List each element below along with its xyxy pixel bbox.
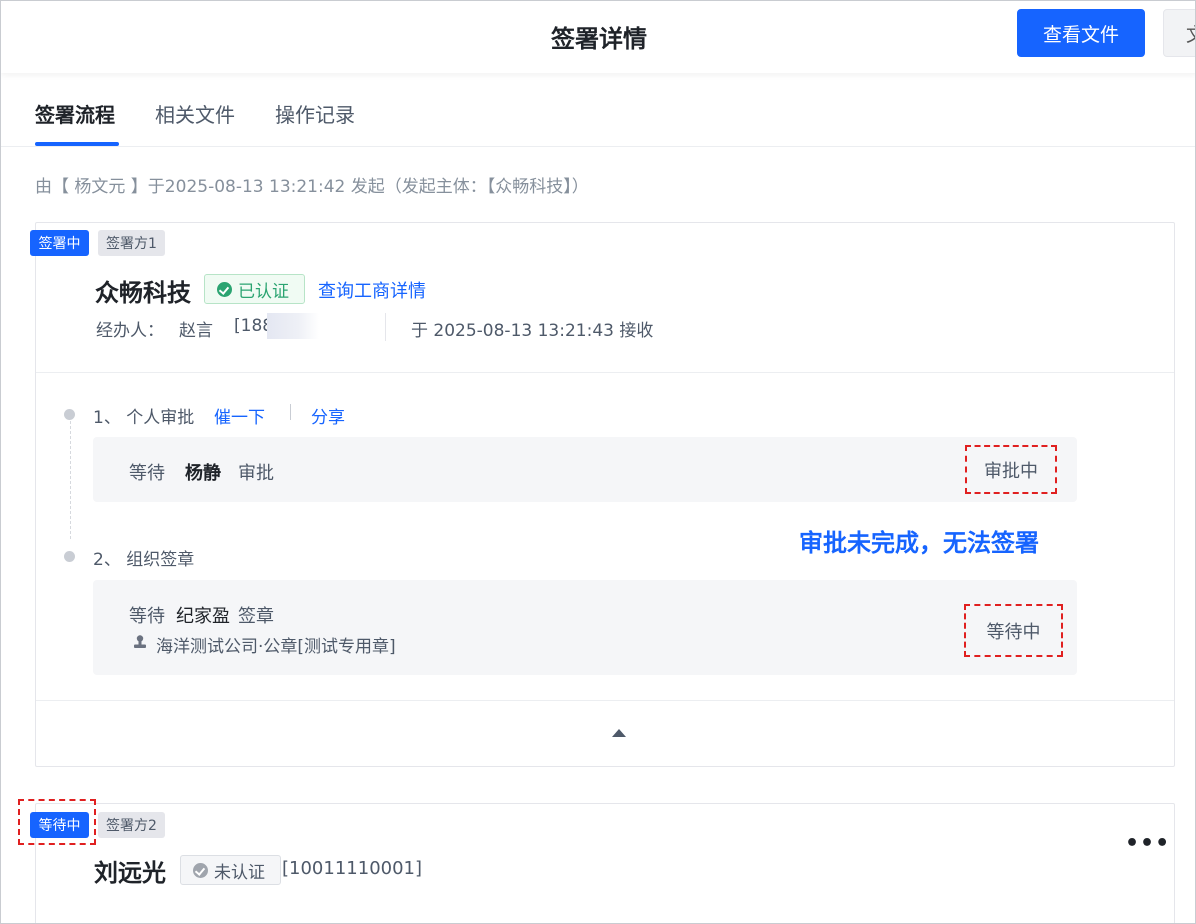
active-tab-indicator xyxy=(35,142,119,146)
step-2-status: 等待中 xyxy=(964,604,1063,657)
initiated-info: 由【 杨文元 】于2025-08-13 13:21:42 发起（发起主体：【众畅… xyxy=(35,177,589,197)
secondary-header-button[interactable]: 文 xyxy=(1163,9,1195,57)
tab-bar: 签署流程 相关文件 操作记录 xyxy=(1,85,1195,147)
tab-signing-flow[interactable]: 签署流程 xyxy=(35,99,115,128)
verified-label: 已认证 xyxy=(238,281,289,302)
more-options-icon[interactable]: ••• xyxy=(1125,831,1170,856)
step-2-person: 纪家盈 xyxy=(176,606,230,627)
collapse-up-icon[interactable] xyxy=(612,729,626,737)
view-file-button[interactable]: 查看文件 xyxy=(1017,9,1145,57)
app-frame: 签署详情 查看文件 文 签署流程 相关文件 操作记录 由【 杨文元 】于2025… xyxy=(0,0,1196,924)
received-time: 于 2025-08-13 13:21:43 接收 xyxy=(411,321,654,341)
divider xyxy=(385,313,386,341)
verified-shield-icon xyxy=(217,281,232,297)
status-badge-signing: 签署中 xyxy=(30,230,89,256)
step-connector xyxy=(70,421,71,539)
step-1-action: 审批 xyxy=(238,463,274,484)
step-1-title: 1、 个人审批 xyxy=(93,408,195,428)
company-name: 众畅科技 xyxy=(95,279,191,307)
step-1-status: 审批中 xyxy=(965,445,1057,494)
share-link[interactable]: 分享 xyxy=(311,403,345,428)
seal-icon xyxy=(134,635,146,648)
party-badge-2: 签署方2 xyxy=(98,812,165,838)
party-badge-1: 签署方1 xyxy=(98,230,165,256)
signer-name: 刘远光 xyxy=(94,859,166,887)
signer-phone: [10011110001] xyxy=(282,858,423,879)
step-2-title: 2、 组织签章 xyxy=(93,550,195,570)
unverified-badge: 未认证 xyxy=(180,855,281,885)
annotation-text: 审批未完成，无法签署 xyxy=(799,529,1039,557)
step-dot xyxy=(64,409,75,420)
remind-link[interactable]: 催一下 xyxy=(214,403,265,428)
verified-badge: 已认证 xyxy=(204,274,305,304)
handler-name: 赵言 xyxy=(179,321,213,341)
phone-mask xyxy=(267,313,319,339)
header: 签署详情 查看文件 文 xyxy=(1,1,1195,73)
step-dot xyxy=(64,551,75,562)
unverified-label: 未认证 xyxy=(214,862,265,883)
divider xyxy=(36,372,1174,373)
unverified-shield-icon xyxy=(193,862,208,878)
seal-name: 海洋测试公司·公章[测试专用章] xyxy=(156,637,396,657)
step-1-wait: 等待 xyxy=(129,463,165,484)
step-2-action: 签章 xyxy=(238,606,274,627)
divider xyxy=(36,700,1174,701)
tab-operation-log[interactable]: 操作记录 xyxy=(275,99,355,128)
step-1-person: 杨静 xyxy=(185,463,221,484)
status-badge-waiting: 等待中 xyxy=(30,812,89,838)
tab-related-files[interactable]: 相关文件 xyxy=(155,99,235,128)
handler-label: 经办人： xyxy=(96,321,164,341)
query-business-link[interactable]: 查询工商详情 xyxy=(318,277,426,303)
step-2-wait: 等待 xyxy=(129,606,165,627)
link-divider xyxy=(290,404,291,420)
